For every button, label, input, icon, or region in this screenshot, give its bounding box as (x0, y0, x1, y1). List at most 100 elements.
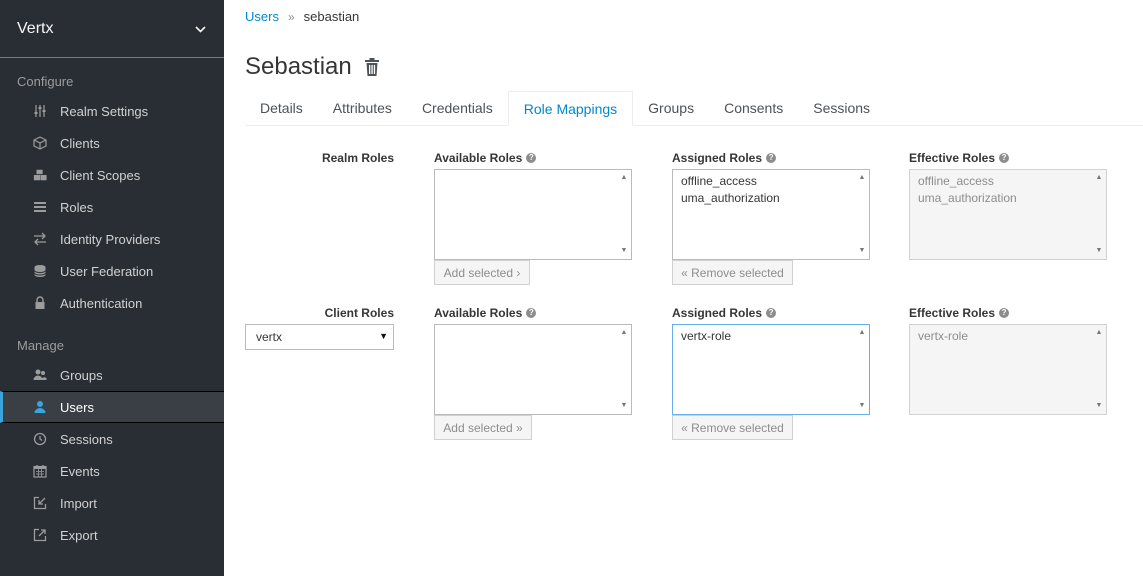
role-option: offline_access (918, 174, 994, 188)
scroll-up-icon[interactable]: ▲ (617, 172, 631, 184)
client-effective-header-text: Effective Roles (909, 306, 996, 320)
realm-name: Vertx (17, 19, 54, 37)
scroll-down-icon[interactable]: ▼ (855, 245, 869, 257)
realm-available-header-text: Available Roles (434, 151, 523, 165)
realm-remove-selected-button[interactable]: « Remove selected (672, 260, 793, 285)
users-icon (33, 368, 47, 382)
sidebar-item-identity-providers[interactable]: Identity Providers (0, 223, 224, 255)
page-title: Sebastian (245, 53, 352, 80)
client-available-roles-list[interactable]: ▲ ▼ (434, 324, 632, 415)
help-icon[interactable]: ? (766, 308, 777, 318)
scroll-up-icon[interactable]: ▲ (1092, 327, 1106, 339)
role-option: vertx-role (918, 329, 969, 343)
sidebar-item-label: Users (60, 399, 94, 415)
scroll-down-icon[interactable]: ▼ (855, 400, 869, 412)
page-header: Sebastian (245, 53, 380, 81)
cube-icon (33, 136, 47, 150)
sidebar-item-authentication[interactable]: Authentication (0, 287, 224, 319)
sidebar-item-label: Groups (60, 367, 103, 383)
realm-add-selected-button[interactable]: Add selected › (434, 260, 530, 285)
scrollbar[interactable]: ▲ ▼ (1092, 170, 1106, 259)
import-icon (33, 496, 47, 510)
tab-details[interactable]: Details (245, 91, 318, 126)
client-assigned-roles-list[interactable]: vertx-role ▲ ▼ (672, 324, 870, 415)
client-add-selected-button[interactable]: Add selected » (434, 415, 532, 440)
sidebar-item-events[interactable]: Events (0, 455, 224, 487)
sidebar-item-groups[interactable]: Groups (0, 359, 224, 391)
client-remove-selected-button[interactable]: « Remove selected (672, 415, 793, 440)
sidebar-item-realm-settings[interactable]: Realm Settings (0, 95, 224, 127)
help-icon[interactable]: ? (999, 153, 1010, 163)
scroll-up-icon[interactable]: ▲ (855, 172, 869, 184)
role-option[interactable]: offline_access (673, 173, 869, 190)
trash-icon[interactable] (364, 58, 380, 76)
tab-bar: Details Attributes Credentials Role Mapping… (245, 91, 1143, 126)
breadcrumb: Users » sebastian (245, 9, 359, 24)
sidebar-item-label: User Federation (60, 263, 154, 279)
scroll-up-icon[interactable]: ▲ (855, 327, 869, 339)
main-content: Users » sebastian Sebastian Details Attri… (245, 0, 1143, 576)
tab-attributes[interactable]: Attributes (318, 91, 407, 126)
sidebar-item-clients[interactable]: Clients (0, 127, 224, 159)
scrollbar[interactable]: ▲ ▼ (1092, 325, 1106, 414)
scrollbar[interactable]: ▲ ▼ (617, 170, 631, 259)
role-option[interactable]: uma_authorization (673, 190, 869, 207)
scrollbar[interactable]: ▲ ▼ (855, 170, 869, 259)
sidebar-item-label: Roles (60, 199, 94, 215)
client-assigned-header-text: Assigned Roles (672, 306, 763, 320)
realm-effective-header: Effective Roles? (909, 151, 1010, 165)
tab-role-mappings[interactable]: Role Mappings (507, 91, 634, 126)
client-available-header-text: Available Roles (434, 306, 523, 320)
tab-credentials[interactable]: Credentials (407, 91, 508, 126)
sidebar-item-label: Realm Settings (60, 103, 149, 119)
sidebar-item-label: Sessions (60, 431, 113, 447)
sidebar-item-export[interactable]: Export (0, 519, 224, 551)
sidebar-item-users[interactable]: Users (0, 391, 224, 423)
tab-groups[interactable]: Groups (633, 91, 709, 126)
scroll-down-icon[interactable]: ▼ (1092, 400, 1106, 412)
realm-selector[interactable]: Vertx (0, 0, 224, 58)
help-icon[interactable]: ? (526, 153, 537, 163)
scroll-up-icon[interactable]: ▲ (617, 327, 631, 339)
client-select[interactable]: vertx ▼ (245, 324, 394, 350)
sidebar-item-client-scopes[interactable]: Client Scopes (0, 159, 224, 191)
scrollbar[interactable]: ▲ ▼ (855, 325, 869, 414)
cubes-icon (33, 168, 47, 182)
sidebar-item-user-federation[interactable]: User Federation (0, 255, 224, 287)
realm-assigned-roles-list[interactable]: offline_access uma_authorization ▲ ▼ (672, 169, 870, 260)
breadcrumb-current: sebastian (303, 9, 360, 24)
realm-effective-roles-list: offline_access uma_authorization ▲ ▼ (909, 169, 1107, 260)
sidebar-item-roles[interactable]: Roles (0, 191, 224, 223)
realm-assigned-header-text: Assigned Roles (672, 151, 763, 165)
scroll-down-icon[interactable]: ▼ (617, 400, 631, 412)
caret-down-icon: ▼ (379, 331, 388, 341)
scroll-down-icon[interactable]: ▼ (617, 245, 631, 257)
sidebar-item-label: Authentication (60, 295, 143, 311)
client-select-value: vertx (256, 330, 283, 344)
scroll-down-icon[interactable]: ▼ (1092, 245, 1106, 257)
sidebar-item-label: Export (60, 527, 98, 543)
sidebar-item-import[interactable]: Import (0, 487, 224, 519)
help-icon[interactable]: ? (766, 153, 777, 163)
role-option[interactable]: vertx-role (673, 328, 869, 345)
sidebar-item-label: Events (60, 463, 100, 479)
breadcrumb-users-link[interactable]: Users (245, 9, 279, 24)
exchange-icon (33, 232, 47, 246)
scrollbar[interactable]: ▲ ▼ (617, 325, 631, 414)
client-effective-roles-list: vertx-role ▲ ▼ (909, 324, 1107, 415)
tab-sessions[interactable]: Sessions (798, 91, 885, 126)
help-icon[interactable]: ? (526, 308, 537, 318)
role-option: uma_authorization (918, 191, 1017, 205)
scroll-up-icon[interactable]: ▲ (1092, 172, 1106, 184)
sidebar-item-label: Import (60, 495, 97, 511)
breadcrumb-separator: » (287, 9, 295, 24)
client-roles-label: Client Roles (324, 306, 394, 320)
realm-available-roles-list[interactable]: ▲ ▼ (434, 169, 632, 260)
chevron-down-icon (195, 21, 206, 36)
realm-available-header: Available Roles? (434, 151, 537, 165)
sidebar-item-sessions[interactable]: Sessions (0, 423, 224, 455)
manage-section-label: Manage (17, 338, 64, 353)
tab-consents[interactable]: Consents (709, 91, 798, 126)
sidebar-item-label: Clients (60, 135, 100, 151)
help-icon[interactable]: ? (999, 308, 1010, 318)
